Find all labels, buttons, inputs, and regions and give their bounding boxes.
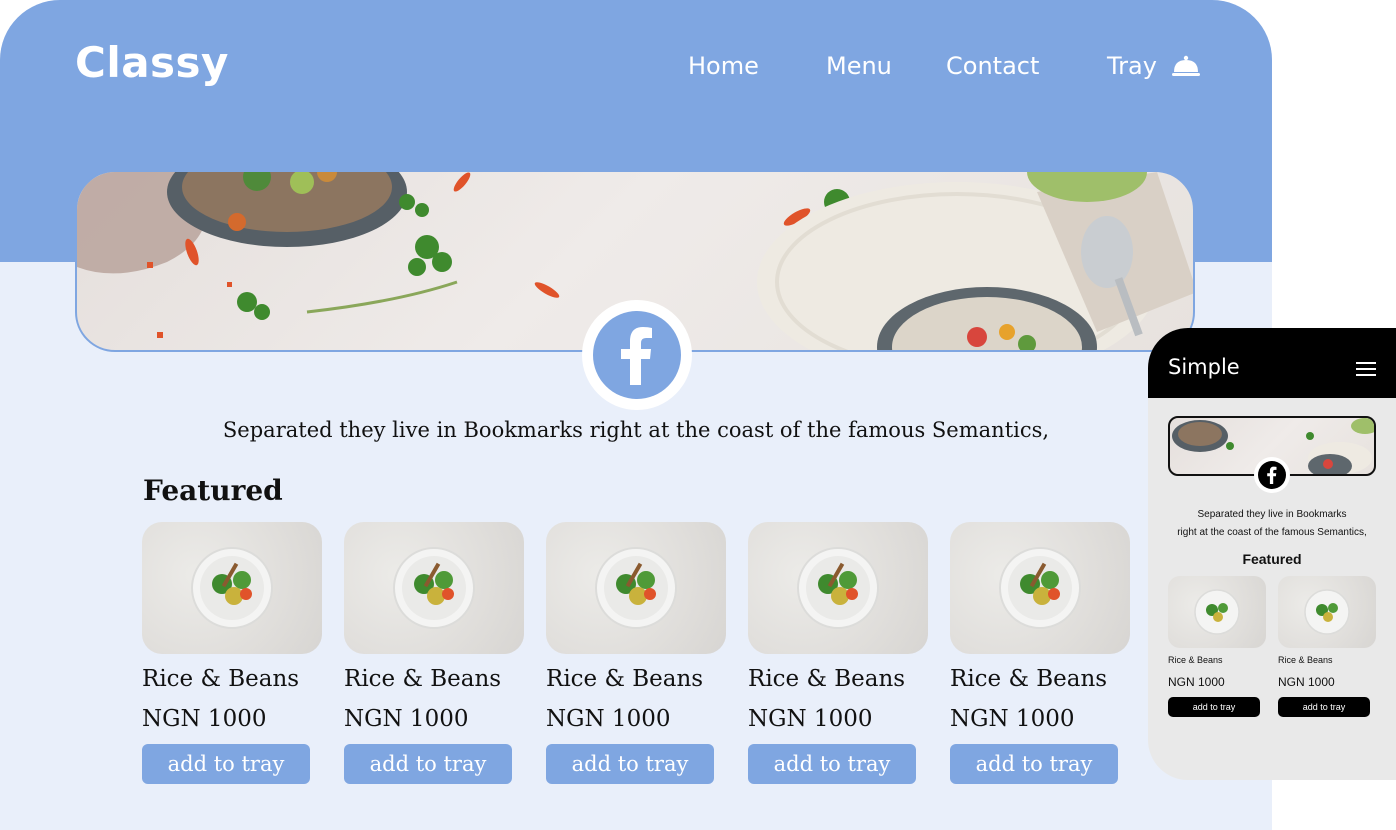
food-plate-illustration: [797, 547, 879, 629]
product-name: Rice & Beans: [546, 666, 704, 692]
food-plate-image[interactable]: [546, 522, 726, 654]
mobile-tagline: Separated they live in Bookmarks right a…: [1162, 506, 1382, 542]
mobile-food-plate-illustration: [1194, 589, 1240, 635]
mobile-featured-heading: Featured: [1242, 551, 1302, 567]
mobile-product-name: Rice & Beans: [1168, 655, 1223, 665]
food-plate-illustration: [999, 547, 1081, 629]
food-plate-illustration: [393, 547, 475, 629]
nav-tray[interactable]: Tray: [1107, 52, 1201, 80]
nav-contact[interactable]: Contact: [946, 52, 1039, 80]
mobile-facebook-badge[interactable]: [1254, 457, 1290, 493]
featured-heading: Featured: [143, 474, 283, 507]
add-to-tray-button[interactable]: add to tray: [344, 744, 512, 784]
mobile-tagline-line1: Separated they live in Bookmarks: [1197, 509, 1347, 520]
mobile-product-card: Rice & Beans NGN 1000 add to tray: [1278, 576, 1376, 717]
mobile-facebook-icon-bg: [1258, 461, 1286, 489]
product-price: NGN 1000: [142, 706, 267, 732]
facebook-icon: [1267, 466, 1277, 484]
food-plate-illustration: [595, 547, 677, 629]
product-name: Rice & Beans: [950, 666, 1108, 692]
mobile-brand-logo[interactable]: Simple: [1168, 355, 1240, 379]
food-plate-image[interactable]: [950, 522, 1130, 654]
nav-menu[interactable]: Menu: [826, 52, 892, 80]
facebook-icon-bg: [593, 311, 681, 399]
brand-logo[interactable]: Classy: [75, 38, 229, 87]
mobile-product-price: NGN 1000: [1168, 675, 1225, 689]
mobile-add-to-tray-button[interactable]: add to tray: [1278, 697, 1370, 717]
food-plate-image[interactable]: [142, 522, 322, 654]
product-card: Rice & Beans NGN 1000 add to tray: [748, 522, 928, 784]
add-to-tray-button[interactable]: add to tray: [546, 744, 714, 784]
desktop-mockup: Classy Home Menu Contact Tray Separated …: [0, 0, 1272, 830]
product-price: NGN 1000: [546, 706, 671, 732]
product-name: Rice & Beans: [344, 666, 502, 692]
mobile-add-to-tray-button[interactable]: add to tray: [1168, 697, 1260, 717]
hamburger-menu-icon[interactable]: [1356, 362, 1376, 378]
product-name: Rice & Beans: [748, 666, 906, 692]
mobile-product-price: NGN 1000: [1278, 675, 1335, 689]
product-price: NGN 1000: [950, 706, 1075, 732]
product-card: Rice & Beans NGN 1000 add to tray: [344, 522, 524, 784]
mobile-mockup: Simple Separated they live in Bookmarks …: [1148, 328, 1396, 780]
mobile-tagline-line2: right at the coast of the famous Semanti…: [1177, 527, 1367, 538]
product-card: Rice & Beans NGN 1000 add to tray: [546, 522, 726, 784]
mobile-product-name: Rice & Beans: [1278, 655, 1333, 665]
nav-tray-label: Tray: [1107, 52, 1157, 80]
product-price: NGN 1000: [748, 706, 873, 732]
product-name: Rice & Beans: [142, 666, 300, 692]
tray-cloche-icon: [1171, 55, 1200, 76]
food-plate-image[interactable]: [1278, 576, 1376, 648]
product-price: NGN 1000: [344, 706, 469, 732]
product-card: Rice & Beans NGN 1000 add to tray: [142, 522, 322, 784]
food-plate-image[interactable]: [1168, 576, 1266, 648]
facebook-badge[interactable]: [582, 300, 692, 410]
add-to-tray-button[interactable]: add to tray: [748, 744, 916, 784]
add-to-tray-button[interactable]: add to tray: [950, 744, 1118, 784]
add-to-tray-button[interactable]: add to tray: [142, 744, 310, 784]
food-plate-image[interactable]: [344, 522, 524, 654]
food-plate-image[interactable]: [748, 522, 928, 654]
mobile-food-plate-illustration: [1304, 589, 1350, 635]
product-card: Rice & Beans NGN 1000 add to tray: [950, 522, 1130, 784]
tagline-text: Separated they live in Bookmarks right a…: [222, 418, 1050, 442]
mobile-product-card: Rice & Beans NGN 1000 add to tray: [1168, 576, 1266, 717]
nav-home[interactable]: Home: [688, 52, 759, 80]
facebook-icon: [621, 327, 652, 385]
food-plate-illustration: [191, 547, 273, 629]
